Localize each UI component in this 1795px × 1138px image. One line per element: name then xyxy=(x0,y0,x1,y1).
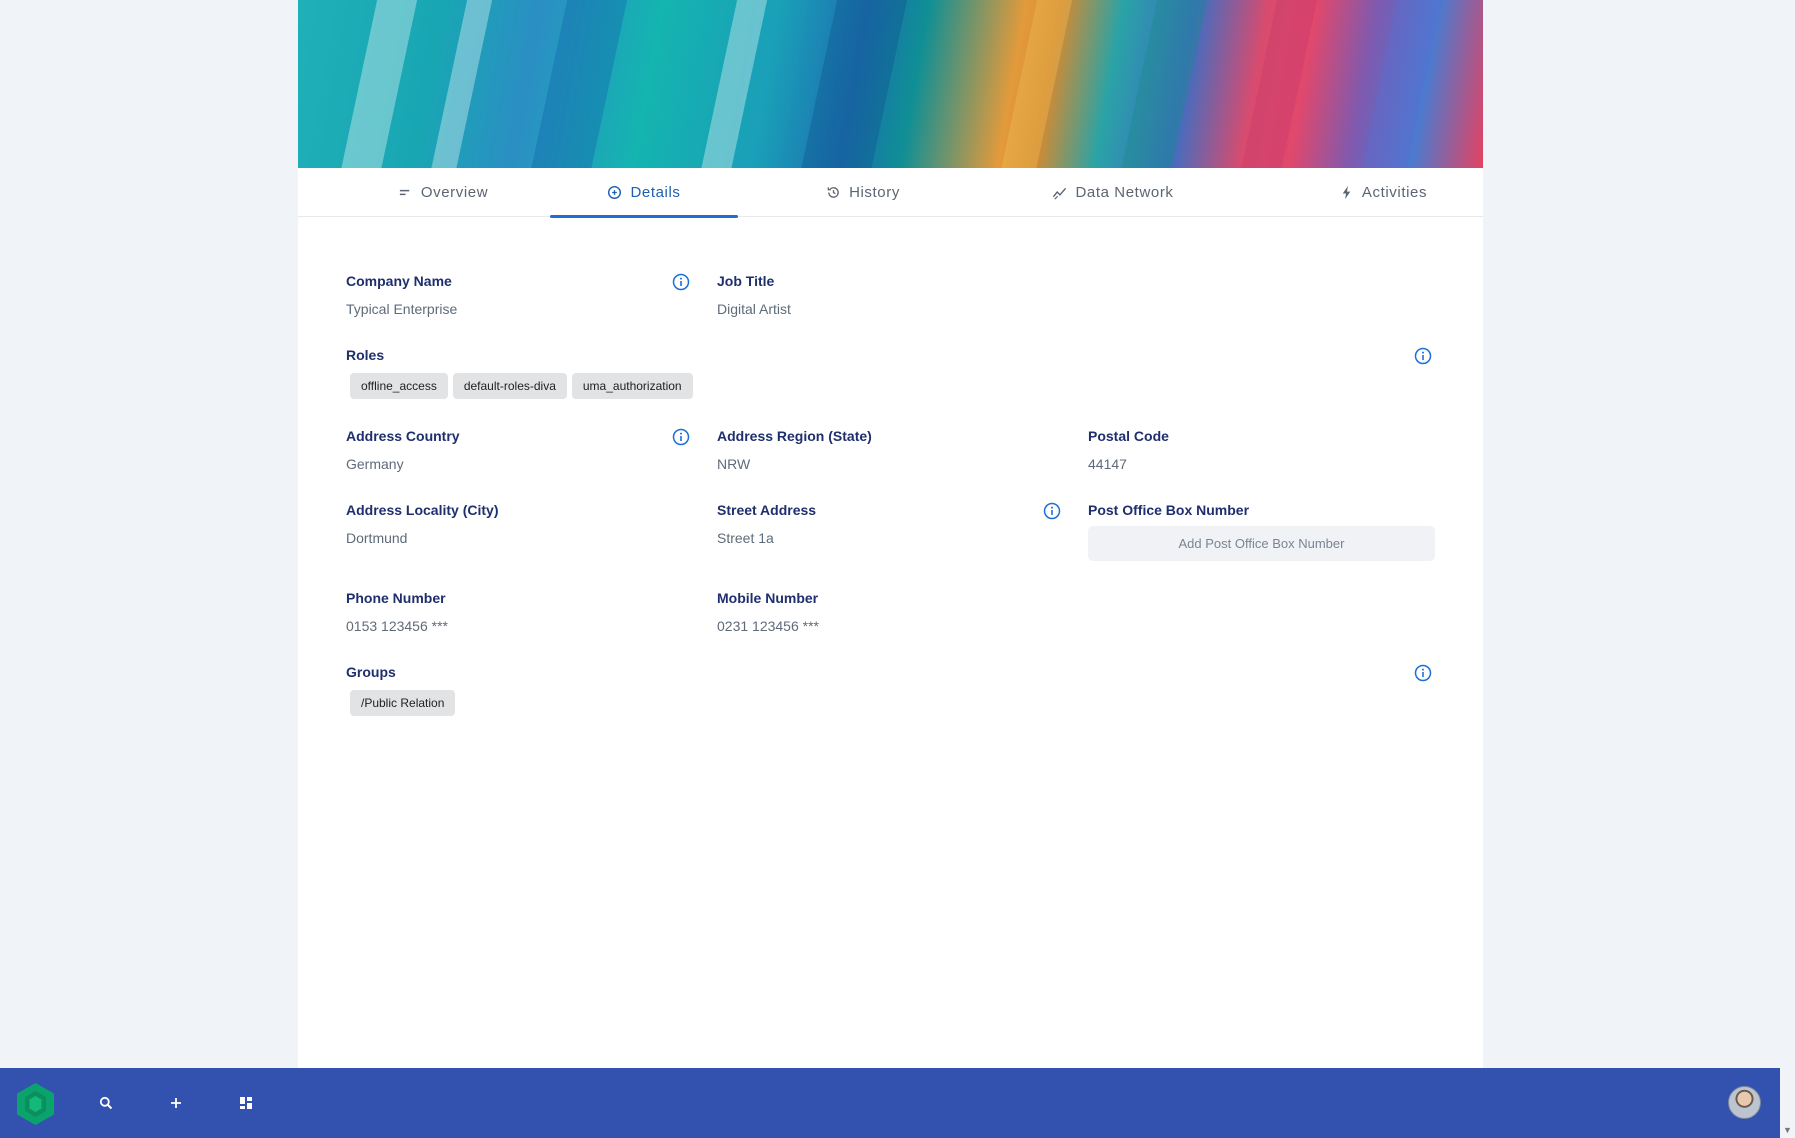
profile-banner-image xyxy=(298,0,1483,168)
job-title-field: Job Title Digital Artist xyxy=(717,273,791,317)
dashboard-button[interactable] xyxy=(230,1068,262,1138)
street-address-field: Street Address Street 1a xyxy=(717,502,816,546)
tab-label: Activities xyxy=(1361,184,1428,201)
postal-code-field: Postal Code 44147 xyxy=(1088,428,1169,472)
address-locality-value: Dortmund xyxy=(346,530,408,546)
search-button[interactable] xyxy=(90,1068,122,1138)
tab-label: Data Network xyxy=(1075,184,1174,201)
app-logo-icon[interactable] xyxy=(15,1082,56,1126)
avatar[interactable] xyxy=(1728,1086,1761,1119)
address-region-field: Address Region (State) NRW xyxy=(717,428,872,472)
tab-details[interactable]: Details xyxy=(550,168,738,218)
groups-field: Groups /Public Relation xyxy=(346,664,456,716)
groups-chip-list: /Public Relation xyxy=(346,690,456,716)
scroll-down-arrow-icon[interactable]: ▼ xyxy=(1782,1125,1793,1136)
search-icon xyxy=(99,1096,113,1110)
address-region-value: NRW xyxy=(717,456,751,472)
info-icon[interactable] xyxy=(1414,664,1432,682)
group-chip: /Public Relation xyxy=(350,690,456,716)
role-chip: offline_access xyxy=(350,373,448,399)
dashboard-icon xyxy=(240,1097,252,1109)
info-icon[interactable] xyxy=(672,428,690,446)
job-title-label: Job Title xyxy=(717,273,775,289)
address-region-label: Address Region (State) xyxy=(717,428,872,444)
tab-activities[interactable]: Activities xyxy=(1298,168,1468,217)
company-name-value: Typical Enterprise xyxy=(346,301,458,317)
mobile-number-label: Mobile Number xyxy=(717,590,819,606)
add-button[interactable] xyxy=(160,1068,192,1138)
address-locality-label: Address Locality (City) xyxy=(346,502,499,518)
mobile-number-field: Mobile Number 0231 123456 *** xyxy=(717,590,819,634)
po-box-field: Post Office Box Number xyxy=(1088,502,1435,561)
address-country-field: Address Country Germany xyxy=(346,428,460,472)
address-country-value: Germany xyxy=(346,456,404,472)
phone-number-field: Phone Number 0153 123456 *** xyxy=(346,590,448,634)
tab-overview[interactable]: Overview xyxy=(358,168,528,217)
tab-label: Overview xyxy=(420,184,489,201)
tab-label: Details xyxy=(630,184,681,201)
po-box-input[interactable] xyxy=(1088,526,1435,561)
job-title-value: Digital Artist xyxy=(717,301,791,317)
roles-label: Roles xyxy=(346,347,385,363)
tab-bar: Overview Details History Data Network Ac… xyxy=(298,168,1483,218)
lines-icon xyxy=(399,189,410,196)
role-chip: uma_authorization xyxy=(571,373,693,399)
tab-data-network[interactable]: Data Network xyxy=(988,168,1238,217)
mobile-number-value: 0231 123456 *** xyxy=(717,618,819,634)
company-name-label: Company Name xyxy=(346,273,452,289)
groups-label: Groups xyxy=(346,664,396,680)
plus-icon xyxy=(171,1098,181,1108)
roles-field: Roles offline_access default-roles-diva … xyxy=(346,347,693,399)
company-name-field: Company Name Typical Enterprise xyxy=(346,273,457,317)
postal-code-value: 44147 xyxy=(1088,456,1127,472)
taskbar xyxy=(0,1068,1780,1138)
po-box-label: Post Office Box Number xyxy=(1088,502,1250,518)
street-address-label: Street Address xyxy=(717,502,817,518)
tab-history[interactable]: History xyxy=(768,168,958,217)
role-chip: default-roles-diva xyxy=(452,373,567,399)
details-icon xyxy=(608,185,622,200)
info-icon[interactable] xyxy=(1043,502,1061,520)
postal-code-label: Postal Code xyxy=(1088,428,1169,444)
bolt-icon xyxy=(1342,185,1351,200)
phone-number-label: Phone Number xyxy=(346,590,446,606)
info-icon[interactable] xyxy=(1414,347,1432,365)
phone-number-value: 0153 123456 *** xyxy=(346,618,448,634)
chart-icon xyxy=(1053,187,1067,200)
info-icon[interactable] xyxy=(672,273,690,291)
street-address-value: Street 1a xyxy=(717,530,774,546)
address-locality-field: Address Locality (City) Dortmund xyxy=(346,502,498,546)
history-icon xyxy=(827,187,839,198)
tab-label: History xyxy=(849,184,900,201)
page-card: Overview Details History Data Network Ac… xyxy=(298,0,1483,1068)
roles-chip-list: offline_access default-roles-diva uma_au… xyxy=(346,373,693,399)
address-country-label: Address Country xyxy=(346,428,460,444)
